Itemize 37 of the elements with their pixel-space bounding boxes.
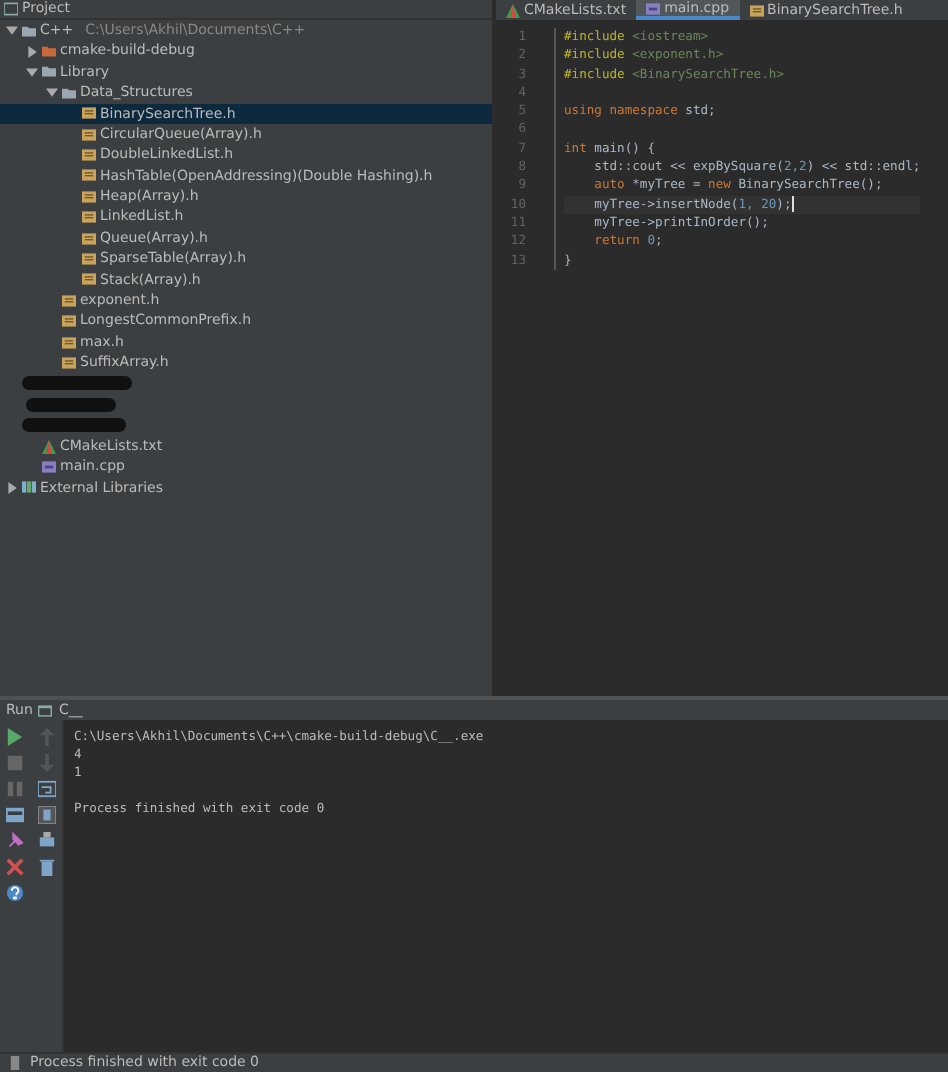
- header-file-icon: [82, 148, 96, 163]
- triangle-icon: [506, 3, 520, 17]
- library-icon: [22, 480, 36, 495]
- header-file-icon: [62, 335, 76, 350]
- header-file-icon: [749, 3, 764, 17]
- header-file-icon: [82, 106, 96, 121]
- header-file-icon: [82, 231, 96, 246]
- header-file-icon: [82, 251, 96, 266]
- text-cursor: [791, 195, 794, 212]
- redaction-mark: [26, 397, 116, 412]
- header-file-icon: [82, 168, 96, 183]
- header-file-icon: [62, 314, 76, 329]
- panel-toggle-icon: [8, 1056, 22, 1070]
- layout-icon[interactable]: [6, 806, 24, 824]
- header-file-icon: [82, 189, 96, 204]
- header-file-icon: [62, 293, 76, 308]
- triangle-icon: [42, 439, 56, 453]
- header-file-icon: [82, 127, 96, 142]
- trash-icon[interactable]: [37, 858, 55, 876]
- help-icon[interactable]: [6, 884, 24, 902]
- wrap-icon[interactable]: [37, 780, 55, 798]
- header-file-icon: [82, 210, 96, 225]
- scroll-icon[interactable]: [37, 806, 55, 824]
- print-icon[interactable]: [37, 832, 55, 850]
- expanded-arrow-icon: [6, 24, 18, 37]
- cpp-file-icon: [42, 459, 56, 474]
- collapsed-arrow-icon: [6, 481, 18, 494]
- cpp-file-icon: [646, 1, 661, 15]
- collapsed-arrow-icon: [26, 45, 38, 58]
- redaction-mark: [22, 418, 126, 433]
- pin-icon[interactable]: [6, 832, 24, 850]
- run-icon[interactable]: [6, 728, 24, 746]
- close-icon[interactable]: [6, 858, 24, 876]
- header-file-icon: [82, 272, 96, 287]
- window-icon: [4, 2, 18, 16]
- header-file-icon: [62, 355, 76, 370]
- redaction-mark: [22, 376, 132, 391]
